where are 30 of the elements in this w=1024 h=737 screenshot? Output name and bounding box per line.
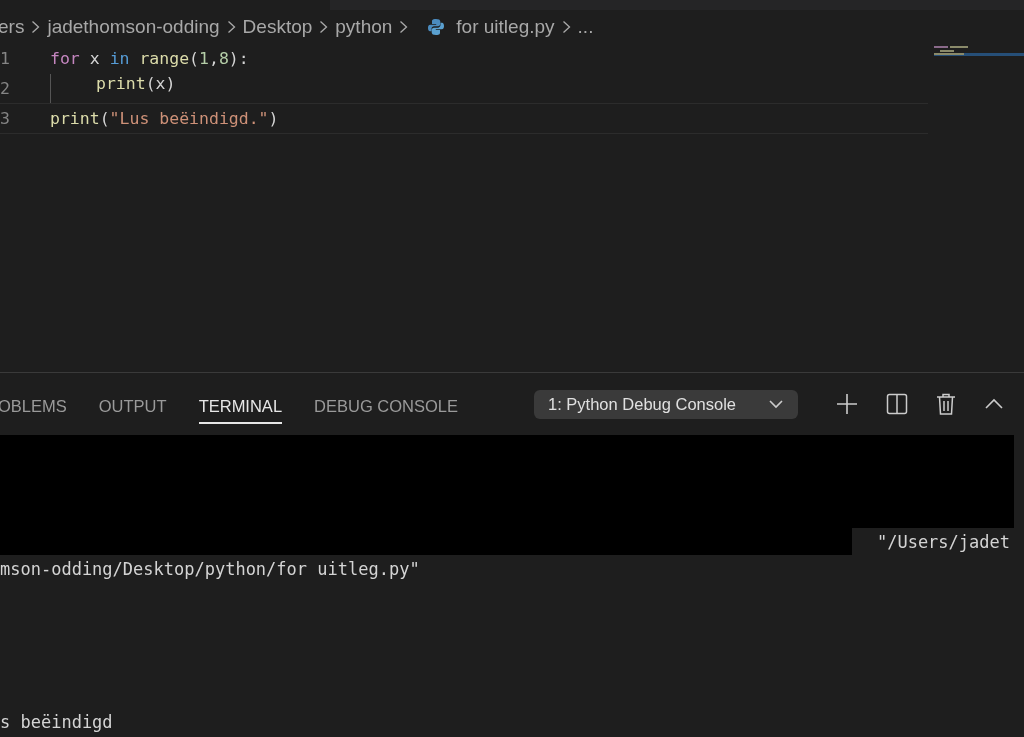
breadcrumb-item[interactable]: python — [335, 16, 393, 38]
python-icon — [427, 18, 446, 36]
split-icon[interactable] — [886, 393, 908, 415]
breadcrumb-item[interactable]: for uitleg.py — [456, 16, 555, 38]
terminal-dropdown[interactable]: 1: Python Debug Console — [534, 389, 798, 419]
line-number: 2 — [0, 79, 11, 98]
trash-icon[interactable] — [936, 393, 956, 415]
panel-tab[interactable]: TERMINAL — [198, 390, 283, 424]
panel-tab[interactable]: OUTPUT — [98, 390, 167, 424]
code-line: print("Lus beëindigd.") — [50, 109, 279, 128]
plus-icon[interactable] — [836, 393, 858, 415]
terminal-text: s beëindigd — [0, 711, 113, 732]
breadcrumb-item[interactable]: jadethomson-odding — [47, 16, 220, 38]
chevron-icon — [31, 20, 41, 34]
line-number: 1 — [0, 49, 11, 68]
chevron-icon — [226, 20, 236, 34]
minimap[interactable] — [934, 44, 1024, 56]
breadcrumb-item[interactable]: Desktop — [242, 16, 313, 38]
chevron-up-icon[interactable] — [984, 398, 1004, 410]
chevron-icon — [399, 20, 409, 34]
terminal-text: "/Users/jadet — [876, 531, 1010, 552]
chevron-icon — [561, 20, 571, 34]
terminal-text: mson-odding/Desktop/python/for uitleg.py" — [0, 558, 420, 579]
code-line: print(x) — [50, 74, 176, 103]
line-number: 3 — [0, 109, 11, 128]
code-line: for x in range(1,8): — [50, 49, 249, 68]
breadcrumb-item[interactable]: ... — [577, 16, 594, 38]
chevron-icon — [319, 20, 329, 34]
caret-icon — [768, 399, 784, 409]
panel-tab[interactable]: DEBUG CONSOLE — [314, 390, 458, 424]
